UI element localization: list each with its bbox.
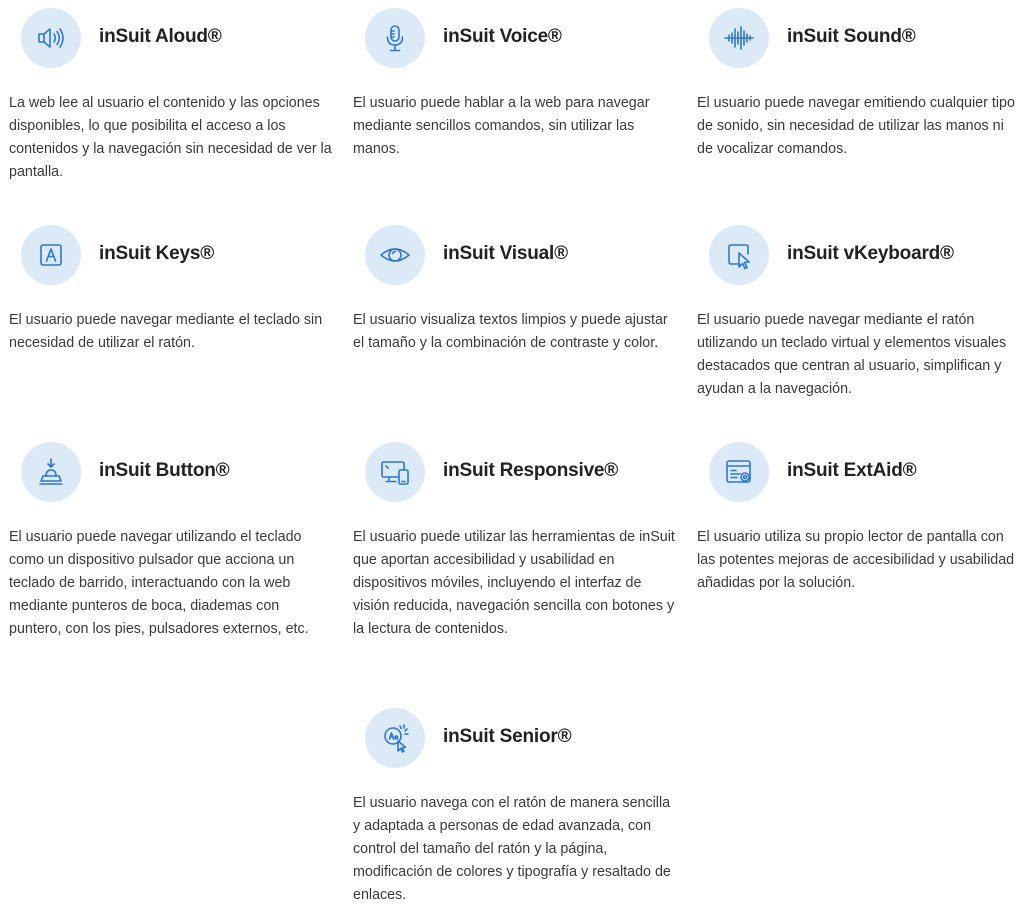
card-visual: inSuit Visual® El usuario visualiza text…	[353, 217, 683, 351]
pointer-window-icon	[709, 225, 769, 285]
card-title: inSuit ExtAid®	[787, 460, 917, 481]
card-senior: inSuit Senior® El usuario navega con el …	[353, 700, 683, 903]
card-sound: inSuit Sound® El usuario puede navegar e…	[697, 0, 1022, 157]
card-title: inSuit Voice®	[443, 26, 562, 47]
card-title: inSuit Sound®	[787, 26, 916, 47]
eye-icon	[365, 225, 425, 285]
card-voice: inSuit Voice® El usuario puede hablar a …	[353, 0, 683, 157]
card-title: inSuit Aloud®	[99, 26, 222, 47]
card-title: inSuit Visual®	[443, 243, 568, 264]
card-title: inSuit Responsive®	[443, 460, 619, 481]
speaker-icon	[21, 8, 81, 68]
card-description: El usuario navega con el ratón de manera…	[353, 795, 671, 903]
card-title: inSuit Senior®	[443, 726, 572, 747]
card-title: inSuit Keys®	[99, 243, 215, 264]
devices-icon	[365, 442, 425, 502]
card-responsive: inSuit Responsive® El usuario puede util…	[353, 434, 683, 637]
card-description: El usuario puede navegar mediante el tec…	[9, 312, 323, 351]
push-button-icon	[21, 442, 81, 502]
card-description: La web lee al usuario el contenido y las…	[9, 95, 332, 180]
card-description: El usuario utiliza su propio lector de p…	[697, 529, 1015, 591]
card-title: inSuit vKeyboard®	[787, 243, 954, 264]
card-description: El usuario puede navegar mediante el rat…	[697, 312, 1007, 397]
screen-reader-icon	[709, 442, 769, 502]
key-a-icon	[21, 225, 81, 285]
card-extaid: inSuit ExtAid® El usuario utiliza su pro…	[697, 434, 1022, 591]
text-zoom-icon	[365, 708, 425, 768]
card-description: El usuario puede navegar emitiendo cualq…	[697, 95, 1015, 157]
card-description: El usuario puede hablar a la web para na…	[353, 95, 650, 157]
card-keys: inSuit Keys® El usuario puede navegar me…	[9, 217, 339, 351]
card-description: El usuario visualiza textos limpios y pu…	[353, 312, 668, 351]
card-aloud: inSuit Aloud® La web lee al usuario el c…	[9, 0, 339, 180]
card-description: El usuario puede utilizar las herramient…	[353, 529, 675, 637]
card-button: inSuit Button® El usuario puede navegar …	[9, 434, 339, 637]
card-title: inSuit Button®	[99, 460, 230, 481]
card-vkeyboard: inSuit vKeyboard® El usuario puede naveg…	[697, 217, 1022, 397]
card-description: El usuario puede navegar utilizando el t…	[9, 529, 309, 637]
sound-wave-icon	[709, 8, 769, 68]
microphone-icon	[365, 8, 425, 68]
